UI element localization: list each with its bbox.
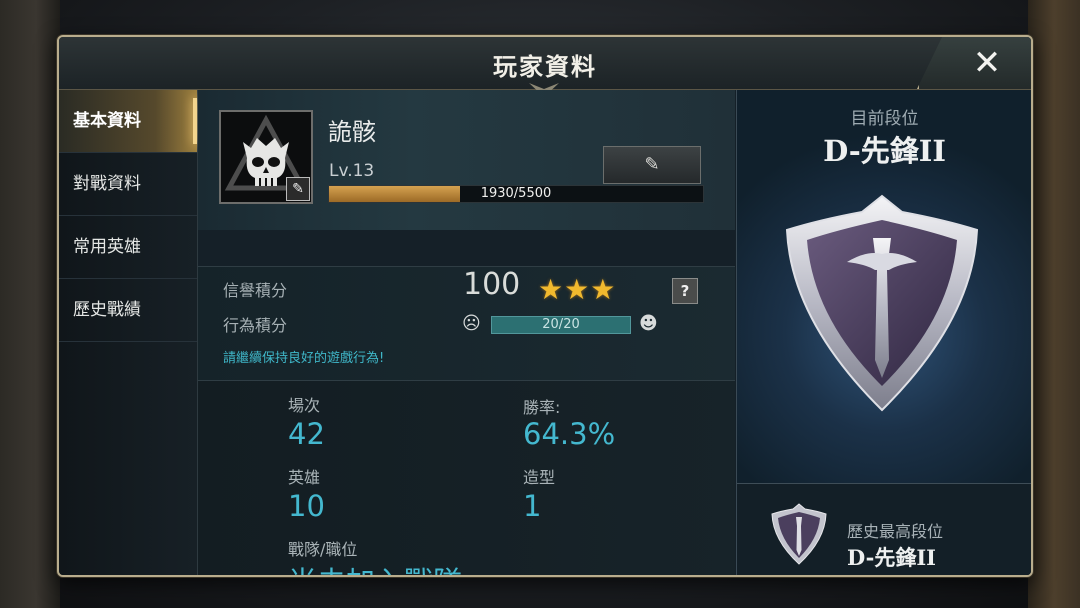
sad-face-icon: ☹ [462, 313, 481, 334]
current-rank-caption: 目前段位 [850, 109, 919, 129]
star-rating-icon: ★★★ [538, 273, 617, 306]
behavior-tip: 請繼續保持良好的遊戲行為! [223, 351, 385, 366]
sidebar-item-label: 基本資料 [73, 111, 141, 131]
player-name: 詭骸 [328, 118, 376, 146]
credit-score-label: 信譽積分 [223, 281, 288, 300]
player-level: Lv.13 [329, 161, 375, 181]
background-left [0, 0, 60, 608]
current-rank-name: D-先鋒II [823, 134, 946, 168]
team-value: 尚未加入戰隊 [288, 559, 462, 575]
sidebar-item-battle-data[interactable]: 對戰資料 [59, 153, 197, 216]
matches-value: 42 [288, 417, 325, 451]
avatar[interactable]: ✎ [219, 110, 313, 204]
heroes-label: 英雄 [288, 468, 321, 487]
highest-rank-caption: 歷史最高段位 [847, 522, 944, 541]
close-button-frame: ✕ [917, 37, 1031, 89]
credit-section: 信譽積分 100 ★★★ ? 行為積分 ☹ 20/20 ☻ 請繼續保持良好的遊戲… [198, 266, 735, 381]
skins-label: 造型 [523, 468, 556, 487]
pencil-icon: ✎ [644, 154, 660, 175]
behavior-score-text: 20/20 [542, 317, 580, 332]
heroes-value: 10 [288, 489, 325, 523]
small-rank-shield-icon [771, 503, 827, 565]
behavior-score-label: 行為積分 [223, 316, 288, 335]
edit-name-button[interactable]: ✎ [603, 146, 701, 184]
winrate-value: 64.3% [523, 417, 616, 451]
credit-score-value: 100 [463, 267, 521, 302]
team-label: 戰隊/職位 [288, 540, 358, 559]
avatar-edit-icon[interactable]: ✎ [286, 177, 310, 201]
behavior-score-bar: 20/20 [491, 316, 631, 334]
sidebar-item-label: 對戰資料 [73, 174, 141, 194]
sidebar-item-common-heroes[interactable]: 常用英雄 [59, 216, 197, 279]
sidebar: 基本資料 對戰資料 常用英雄 歷史戰績 [59, 90, 198, 575]
sidebar-item-label: 歷史戰績 [73, 300, 141, 320]
background-right [1028, 0, 1080, 608]
help-button[interactable]: ? [672, 278, 698, 304]
close-button[interactable]: ✕ [967, 44, 1007, 84]
window-title: 玩家資料 [493, 53, 597, 81]
player-profile-panel: 玩家資料 ✕ 基本資料 對戰資料 常用英雄 歷史戰績 ✎ 詭骸 Lv.13 19… [57, 35, 1033, 577]
stats-section: 場次 42 勝率: 64.3% 英雄 10 造型 1 戰隊/職位 尚未加入戰隊 [198, 380, 735, 575]
rank-section: 目前段位 D-先鋒II 歷史最高段位 D-先鋒II [736, 90, 1031, 575]
sidebar-item-label: 常用英雄 [73, 237, 141, 257]
profile-section: ✎ 詭骸 Lv.13 1930/5500 ✎ [198, 90, 735, 230]
matches-label: 場次 [288, 396, 321, 415]
xp-progress-text: 1930/5500 [480, 186, 552, 201]
winrate-label: 勝率: [523, 398, 561, 417]
highest-rank-name: D-先鋒II [847, 545, 936, 570]
main-info: ✎ 詭骸 Lv.13 1930/5500 ✎ 信譽積分 100 ★★★ ? 行為… [198, 90, 735, 575]
highest-rank-box: 歷史最高段位 D-先鋒II [737, 483, 1031, 575]
rank-shield-icon [785, 194, 979, 412]
sidebar-item-basic-info[interactable]: 基本資料 [59, 90, 197, 153]
happy-face-icon: ☻ [639, 313, 658, 334]
xp-progress-bar: 1930/5500 [328, 185, 704, 203]
sidebar-item-match-history[interactable]: 歷史戰績 [59, 279, 197, 342]
skins-value: 1 [523, 489, 542, 523]
